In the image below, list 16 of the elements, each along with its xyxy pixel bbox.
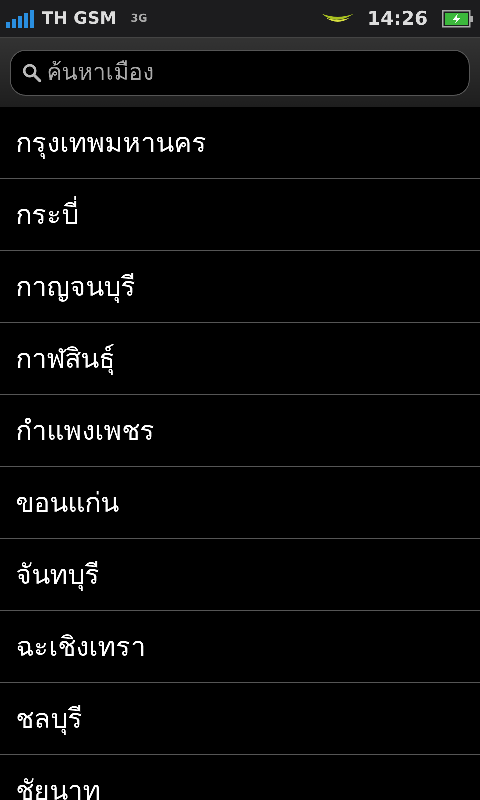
city-item[interactable]: ขอนแก่น xyxy=(0,467,480,539)
carrier-name: TH GSM xyxy=(42,8,117,28)
city-item[interactable]: กาฬสินธุ์ xyxy=(0,323,480,395)
city-item[interactable]: จันทบุรี xyxy=(0,539,480,611)
city-item[interactable]: กรุงเทพมหานคร xyxy=(0,107,480,179)
battery-charging-icon xyxy=(442,10,474,28)
city-item[interactable]: กำแพงเพชร xyxy=(0,395,480,467)
city-item[interactable]: ชัยนาท xyxy=(0,755,480,800)
city-item[interactable]: ฉะเชิงเทรา xyxy=(0,611,480,683)
city-item[interactable]: กาญจนบุรี xyxy=(0,251,480,323)
city-item[interactable]: กระบี่ xyxy=(0,179,480,251)
search-field[interactable]: ค้นหาเมือง xyxy=(10,50,470,96)
clock: 14:26 xyxy=(368,8,428,30)
city-item[interactable]: ชลบุรี xyxy=(0,683,480,755)
network-type: 3G xyxy=(130,12,148,25)
signal-icon xyxy=(6,8,36,28)
